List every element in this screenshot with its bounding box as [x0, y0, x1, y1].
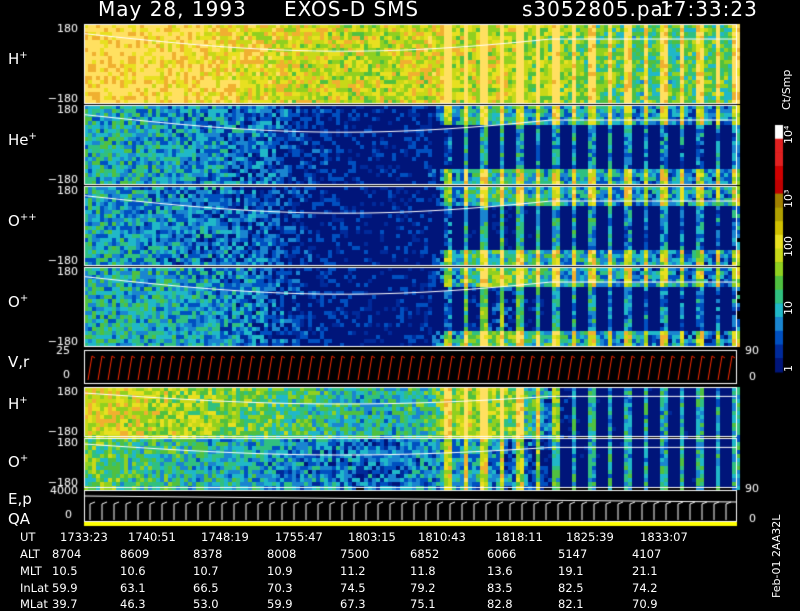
- table-cell: 1825:39: [566, 530, 614, 544]
- table-cell: 67.3: [340, 597, 366, 611]
- table-cell: 10.9: [267, 564, 293, 578]
- table-row-label-mlat: MLat: [20, 597, 48, 611]
- table-row-label-alt: ALT: [20, 547, 40, 561]
- table-cell: 66.5: [193, 581, 219, 595]
- table-cell: 83.5: [487, 581, 513, 595]
- table-cell: 39.7: [52, 597, 78, 611]
- table-cell: 75.1: [410, 597, 436, 611]
- colorbar-tick-10: 10: [782, 301, 795, 315]
- colorbar-tick-1e3: 10³: [782, 189, 795, 208]
- table-cell: 53.0: [193, 597, 219, 611]
- panel-label-he-plus: He+: [8, 131, 37, 149]
- table-cell: 7500: [340, 547, 370, 561]
- table-cell: 74.5: [340, 581, 366, 595]
- panel-label-qa: QA: [8, 510, 31, 528]
- table-cell: 10.5: [52, 564, 78, 578]
- table-cell: 1833:07: [640, 530, 688, 544]
- table-cell: 74.2: [632, 581, 658, 595]
- panel-label-h-plus-2: H+: [8, 395, 28, 413]
- table-cell: 82.1: [558, 597, 584, 611]
- table-cell: 59.9: [267, 597, 293, 611]
- table-cell: 82.8: [487, 597, 513, 611]
- side-label: Feb-01 2AA32L: [770, 514, 783, 598]
- panel-label-velocity: V,r: [8, 353, 30, 371]
- table-cell: 1755:47: [275, 530, 323, 544]
- table-cell: 1748:19: [201, 530, 249, 544]
- panel-label-o-plus-2: O+: [8, 453, 29, 471]
- table-cell: 19.1: [558, 564, 584, 578]
- table-cell: 82.5: [558, 581, 584, 595]
- instrument-name: EXOS-D SMS: [284, 0, 420, 21]
- colorbar-unit: Ct/Smp: [780, 69, 793, 110]
- plot-time: 17:33:23: [660, 0, 758, 21]
- table-cell: 70.3: [267, 581, 293, 595]
- panel-label-o-plus: O+: [8, 293, 29, 311]
- table-cell: 10.7: [193, 564, 219, 578]
- table-cell: 46.3: [120, 597, 146, 611]
- table-cell: 5147: [558, 547, 588, 561]
- colorbar-tick-1e4: 10⁴: [782, 125, 795, 144]
- table-cell: 1810:43: [418, 530, 466, 544]
- table-cell: 11.2: [340, 564, 366, 578]
- table-row-label-mlt: MLT: [20, 564, 42, 578]
- table-cell: 8704: [52, 547, 82, 561]
- panel-label-h-plus: H+: [8, 50, 28, 68]
- table-cell: 1803:15: [348, 530, 396, 544]
- table-cell: 21.1: [632, 564, 658, 578]
- table-cell: 6852: [410, 547, 440, 561]
- table-cell: 4107: [632, 547, 662, 561]
- colorbar-tick-1: 1: [782, 365, 795, 372]
- table-cell: 79.2: [410, 581, 436, 595]
- table-cell: 13.6: [487, 564, 513, 578]
- table-cell: 1733:23: [60, 530, 108, 544]
- table-cell: 63.1: [120, 581, 146, 595]
- table-cell: 59.9: [52, 581, 78, 595]
- panel-label-o-plus-plus: O++: [8, 212, 37, 230]
- table-row-label-ut: UT: [20, 530, 36, 544]
- table-cell: 8378: [193, 547, 223, 561]
- table-cell: 10.6: [120, 564, 146, 578]
- table-cell: 70.9: [632, 597, 658, 611]
- plot-canvas: [0, 0, 800, 600]
- table-cell: 8008: [267, 547, 297, 561]
- table-cell: 8609: [120, 547, 150, 561]
- table-cell: 1818:11: [495, 530, 543, 544]
- table-cell: 6066: [487, 547, 517, 561]
- table-row-label-inlat: InLat: [20, 581, 49, 595]
- colorbar-tick-100: 100: [782, 236, 795, 257]
- panel-label-energy: E,p: [8, 490, 32, 508]
- table-cell: 11.8: [410, 564, 436, 578]
- table-cell: 1740:51: [128, 530, 176, 544]
- plot-date: May 28, 1993: [98, 0, 247, 21]
- file-name: s3052805.par: [522, 0, 674, 21]
